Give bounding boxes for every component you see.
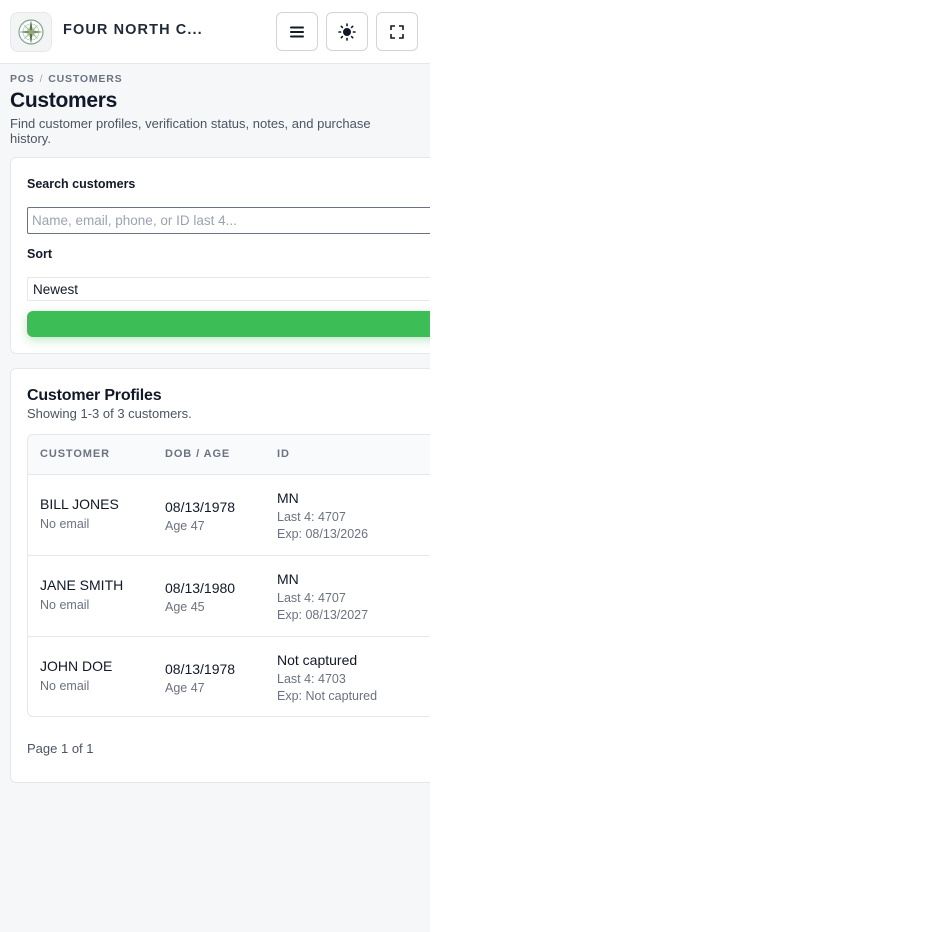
sun-icon (338, 22, 356, 41)
app-panel: FOUR NORTH C... POS / CUSTOMERS Customer… (0, 0, 430, 932)
id-last4: Last 4: 4707 (277, 591, 346, 605)
page-subtitle: Find customer profiles, verification sta… (10, 116, 371, 146)
profiles-title: Customer Profiles (27, 387, 162, 404)
breadcrumb-current: CUSTOMERS (48, 73, 123, 85)
customer-dob: 08/13/1978 (165, 661, 236, 677)
id-last4: Last 4: 4703 (277, 672, 346, 686)
blank-viewport-area (430, 0, 946, 932)
table-row[interactable]: BILL JONES No email 08/13/1978 Age 47 MN… (28, 475, 430, 556)
menu-button[interactable] (276, 12, 318, 51)
column-header-id[interactable]: ID (277, 448, 290, 460)
id-expiration: Exp: Not captured (277, 689, 378, 703)
customer-email: No email (40, 517, 90, 531)
page-title: Customers (10, 89, 117, 112)
pagination-label: Page 1 of 1 (27, 741, 94, 756)
customer-age: Age 47 (165, 681, 205, 695)
search-card: Search customers Sort Newest (10, 157, 430, 354)
column-header-customer[interactable]: CUSTOMER (40, 448, 110, 460)
id-state: MN (277, 490, 299, 506)
table-header: CUSTOMER DOB / AGE ID (28, 435, 430, 475)
brand-name: FOUR NORTH C... (63, 22, 203, 38)
top-bar: FOUR NORTH C... (0, 0, 430, 64)
search-label: Search customers (27, 177, 136, 191)
customer-age: Age 47 (165, 519, 205, 533)
theme-toggle-button[interactable] (326, 12, 368, 51)
id-expiration: Exp: 08/13/2027 (277, 608, 369, 622)
customer-email: No email (40, 598, 90, 612)
customer-email: No email (40, 679, 90, 693)
search-button[interactable] (27, 311, 430, 337)
breadcrumb-root[interactable]: POS (10, 73, 35, 85)
sort-select[interactable]: Newest (27, 277, 430, 301)
customer-profiles-card: Customer Profiles Showing 1-3 of 3 custo… (10, 368, 430, 783)
hamburger-icon (290, 26, 304, 37)
customers-table: CUSTOMER DOB / AGE ID BILL JONES No emai… (27, 434, 430, 717)
id-expiration: Exp: 08/13/2026 (277, 527, 369, 541)
customer-name[interactable]: BILL JONES (40, 496, 119, 512)
fullscreen-button[interactable] (376, 12, 418, 51)
customer-name[interactable]: JOHN DOE (40, 658, 112, 674)
fullscreen-icon (390, 24, 404, 39)
customer-name[interactable]: JANE SMITH (40, 577, 123, 593)
id-state: MN (277, 571, 299, 587)
customer-dob: 08/13/1980 (165, 580, 236, 596)
id-state: Not captured (277, 652, 358, 668)
customer-age: Age 45 (165, 600, 205, 614)
customer-dob: 08/13/1978 (165, 499, 236, 515)
sort-label: Sort (27, 247, 52, 261)
table-row[interactable]: JOHN DOE No email 08/13/1978 Age 47 Not … (28, 637, 430, 716)
id-last4: Last 4: 4707 (277, 510, 346, 524)
compass-icon[interactable] (10, 12, 52, 52)
column-header-dob-age[interactable]: DOB / AGE (165, 448, 230, 460)
breadcrumb: POS / CUSTOMERS (10, 73, 122, 85)
breadcrumb-separator: / (39, 73, 44, 85)
results-count: Showing 1-3 of 3 customers. (27, 406, 192, 421)
table-row[interactable]: JANE SMITH No email 08/13/1980 Age 45 MN… (28, 556, 430, 637)
search-input[interactable] (27, 207, 430, 234)
